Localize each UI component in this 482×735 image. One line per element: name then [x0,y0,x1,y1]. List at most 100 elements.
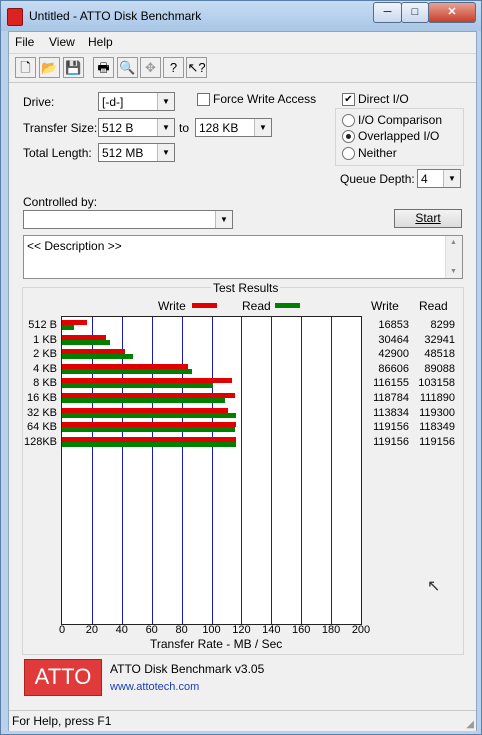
menu-view[interactable]: View [49,35,75,49]
read-bar [62,413,236,418]
maximize-button[interactable]: □ [401,2,429,23]
y-category-label: 4 KB [33,363,57,375]
chevron-down-icon: ▼ [157,119,174,136]
chevron-down-icon: ▼ [157,93,174,110]
radio-overlapped-io[interactable] [342,130,355,143]
to-label: to [179,121,190,135]
read-bar [62,354,133,359]
chevron-down-icon: ▼ [157,144,174,161]
read-bar [62,369,192,374]
start-button[interactable]: Start [394,209,462,228]
scroll-down-icon[interactable]: ▼ [450,268,457,275]
open-folder-icon[interactable]: 📂 [39,57,60,78]
close-button[interactable]: ✕ [428,2,476,23]
io-comparison-label: I/O Comparison [358,113,443,127]
read-bar [62,383,213,388]
x-tick-label: 0 [58,624,66,636]
read-value: 111890 [419,392,455,404]
print-preview-icon[interactable]: 🔍 [117,57,138,78]
overlapped-io-label: Overlapped I/O [358,129,440,143]
drive-select[interactable]: [-d-] ▼ [98,92,175,111]
gridline [331,317,332,624]
x-tick-label: 60 [145,624,158,636]
gridline [241,317,242,624]
write-value: 119156 [373,436,409,448]
queue-depth-label: Queue Depth: [340,172,415,186]
transfer-size-label: Transfer Size: [23,121,98,135]
y-category-label: 128KB [23,436,57,448]
chevron-down-icon: ▼ [215,211,232,228]
window-title: Untitled - ATTO Disk Benchmark [29,9,202,23]
gridline [301,317,302,624]
context-help-icon[interactable]: ↖? [186,57,207,78]
title-bar[interactable]: Untitled - ATTO Disk Benchmark ─ □ ✕ [1,1,481,31]
scroll-up-icon[interactable]: ▲ [450,239,457,246]
x-tick-label: 180 [321,624,341,636]
transfer-size-from-select[interactable]: 512 B ▼ [98,118,175,137]
read-value: 119156 [419,436,455,448]
toolbar: 🗋 📂 💾 🖶 🔍 ✥ ? ↖? [9,53,476,83]
x-tick-label: 20 [85,624,99,636]
description-scrollbar[interactable]: ▲ ▼ [445,236,462,278]
y-category-label: 2 KB [33,348,57,360]
app-icon [7,8,23,26]
x-tick-label: 200 [351,624,371,636]
print-icon[interactable]: 🖶 [93,57,114,78]
read-value: 103158 [418,377,455,389]
write-value: 119156 [373,421,409,433]
chevron-down-icon: ▼ [443,170,460,187]
write-value: 113834 [373,407,409,419]
y-category-label: 64 KB [27,421,57,433]
write-value: 118784 [373,392,409,404]
controlled-by-label: Controlled by: [23,195,98,209]
x-tick-label: 40 [115,624,128,636]
read-bar [62,325,74,330]
read-value: 8299 [430,319,455,331]
legend-write-label: Write [158,299,186,313]
resize-grip-icon[interactable]: ◢ [466,719,474,730]
read-bar [62,427,235,432]
gridline [271,317,272,624]
menu-help[interactable]: Help [88,35,113,49]
force-write-label: Force Write Access [213,92,317,106]
read-column-header: Read [419,299,448,313]
new-document-icon[interactable]: 🗋 [15,57,36,78]
description-box[interactable]: << Description >> ▲ ▼ [23,235,463,279]
read-value: 118349 [419,421,455,433]
read-value: 89088 [424,363,455,375]
minimize-button[interactable]: ─ [373,2,402,23]
x-tick-label: 140 [262,624,281,636]
direct-io-label: Direct I/O [358,92,409,106]
status-bar: For Help, press F1 ◢ [9,710,476,731]
force-write-checkbox[interactable] [197,93,210,106]
y-category-label: 1 KB [33,334,57,346]
queue-depth-select[interactable]: 4 ▼ [417,169,461,188]
transfer-size-to-select[interactable]: 128 KB ▼ [195,118,272,137]
y-category-label: 32 KB [27,407,57,419]
x-tick-label: 80 [175,624,188,636]
read-value: 119300 [419,407,455,419]
write-column-header: Write [371,299,399,313]
chevron-down-icon: ▼ [254,119,271,136]
help-icon[interactable]: ? [163,57,184,78]
read-bar [62,340,110,345]
legend-write-swatch [192,303,217,308]
radio-neither[interactable] [342,147,355,160]
y-category-label: 512 B [28,319,57,331]
write-value: 16853 [378,319,409,331]
x-tick-label: 160 [292,624,311,636]
website-link[interactable]: www.attotech.com [110,681,199,693]
controlled-by-select[interactable]: ▼ [23,210,233,229]
x-axis-label: Transfer Rate - MB / Sec [150,637,283,651]
write-value: 30464 [378,334,409,346]
save-icon[interactable]: 💾 [63,57,84,78]
neither-label: Neither [358,146,397,160]
write-value: 116155 [373,377,409,389]
total-length-label: Total Length: [23,146,92,160]
drive-label: Drive: [23,95,55,109]
total-length-select[interactable]: 512 MB ▼ [98,143,175,162]
radio-io-comparison[interactable] [342,114,355,127]
product-version: ATTO Disk Benchmark v3.05 [110,662,265,676]
direct-io-checkbox[interactable]: ✔ [342,93,355,106]
menu-file[interactable]: File [15,35,34,49]
